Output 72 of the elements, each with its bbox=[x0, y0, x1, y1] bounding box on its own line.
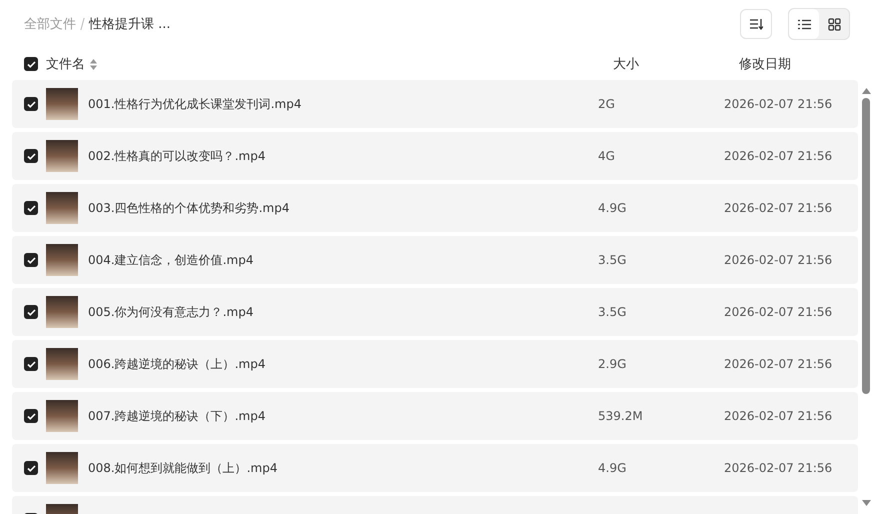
file-row[interactable]: 005.你为何没有意志力？.mp4 3.5G 2026-02-07 21:56 bbox=[12, 288, 858, 336]
file-size: 3.5G bbox=[598, 305, 628, 319]
file-name[interactable]: 002.性格真的可以改变吗？.mp4 bbox=[88, 148, 598, 164]
select-all-checkbox[interactable] bbox=[24, 57, 38, 71]
modified-date: 2026-02-07 21:56 bbox=[724, 97, 832, 111]
video-thumbnail-placeholder bbox=[46, 296, 78, 328]
file-row[interactable]: 003.四色性格的个体优势和劣势.mp4 4.9G 2026-02-07 21:56 bbox=[12, 184, 858, 232]
check-icon bbox=[26, 464, 36, 472]
modified-date: 2026-02-07 21:56 bbox=[724, 201, 832, 215]
row-checkbox[interactable] bbox=[24, 201, 38, 215]
row-checkbox[interactable] bbox=[24, 409, 38, 423]
sort-icon bbox=[749, 18, 763, 30]
breadcrumb-item: 性格提升课 ... bbox=[89, 16, 171, 33]
file-size: 4.9G bbox=[598, 201, 628, 215]
sort-arrows-icon[interactable] bbox=[90, 58, 97, 70]
file-size: 539.2M bbox=[598, 409, 644, 423]
modified-date: 2026-02-07 21:56 bbox=[724, 253, 832, 267]
modified-date: 2026-02-07 21:56 bbox=[724, 357, 832, 371]
check-icon bbox=[26, 360, 36, 368]
check-icon bbox=[26, 412, 36, 420]
check-icon bbox=[26, 256, 36, 264]
name-column-header[interactable]: 文件名 bbox=[46, 55, 85, 73]
video-thumbnail-placeholder bbox=[46, 88, 78, 120]
video-thumbnail-placeholder bbox=[46, 192, 78, 224]
scroll-down-icon[interactable] bbox=[862, 500, 870, 506]
file-row[interactable]: 002.性格真的可以改变吗？.mp4 4G 2026-02-07 21:56 bbox=[12, 132, 858, 180]
file-size: 4.9G bbox=[598, 461, 628, 475]
row-checkbox[interactable] bbox=[24, 305, 38, 319]
file-name[interactable]: 004.建立信念，创造价值.mp4 bbox=[88, 252, 598, 268]
video-thumbnail-placeholder bbox=[46, 452, 78, 484]
file-name[interactable]: 006.跨越逆境的秘诀（上）.mp4 bbox=[88, 356, 598, 372]
row-checkbox[interactable] bbox=[24, 253, 38, 267]
list-icon bbox=[798, 18, 810, 30]
video-thumbnail-placeholder bbox=[46, 140, 78, 172]
file-row[interactable]: 004.建立信念，创造价值.mp4 3.5G 2026-02-07 21:56 bbox=[12, 236, 858, 284]
sort-button[interactable] bbox=[740, 9, 772, 39]
check-icon bbox=[26, 100, 36, 108]
check-icon bbox=[26, 60, 36, 68]
modified-date: 2026-02-07 21:56 bbox=[724, 409, 832, 423]
row-checkbox[interactable] bbox=[24, 149, 38, 163]
check-icon bbox=[26, 308, 36, 316]
breadcrumb-separator bbox=[80, 18, 85, 30]
file-name[interactable]: 003.四色性格的个体优势和劣势.mp4 bbox=[88, 200, 598, 216]
modified-date: 2026-02-07 21:56 bbox=[724, 461, 832, 475]
size-column-header[interactable]: 大小 bbox=[613, 55, 739, 73]
file-size: 3.5G bbox=[598, 253, 628, 267]
file-row[interactable]: 008.如何想到就能做到（上）.mp4 4.9G 2026-02-07 21:56 bbox=[12, 444, 858, 492]
scroll-up-icon[interactable] bbox=[862, 88, 870, 94]
file-row[interactable]: 006.跨越逆境的秘诀（上）.mp4 2.9G 2026-02-07 21:56 bbox=[12, 340, 858, 388]
file-size: 4G bbox=[598, 149, 616, 163]
date-column-header[interactable]: 修改日期 bbox=[739, 55, 791, 73]
check-icon bbox=[26, 204, 36, 212]
check-icon bbox=[26, 152, 36, 160]
file-name[interactable]: 001.性格行为优化成长课堂发刊词.mp4 bbox=[88, 96, 598, 112]
file-row[interactable]: 001.性格行为优化成长课堂发刊词.mp4 2G 2026-02-07 21:56 bbox=[12, 80, 858, 128]
scrollbar-thumb[interactable] bbox=[862, 98, 870, 394]
row-checkbox[interactable] bbox=[24, 357, 38, 371]
list-view-button[interactable] bbox=[789, 9, 819, 39]
modified-date: 2026-02-07 21:56 bbox=[724, 305, 832, 319]
file-size: 2.9G bbox=[598, 357, 628, 371]
file-name[interactable]: 005.你为何没有意志力？.mp4 bbox=[88, 304, 598, 320]
grid-icon bbox=[828, 18, 840, 30]
video-thumbnail-placeholder bbox=[46, 348, 78, 380]
video-thumbnail-placeholder bbox=[46, 400, 78, 432]
file-name[interactable]: 007.跨越逆境的秘诀（下）.mp4 bbox=[88, 408, 598, 424]
modified-date: 2026-02-07 21:56 bbox=[724, 149, 832, 163]
file-row[interactable]: 007.跨越逆境的秘诀（下）.mp4 539.2M 2026-02-07 21:56 bbox=[12, 392, 858, 440]
row-checkbox[interactable] bbox=[24, 97, 38, 111]
file-name[interactable]: 008.如何想到就能做到（上）.mp4 bbox=[88, 460, 598, 476]
video-thumbnail-placeholder bbox=[46, 244, 78, 276]
file-size: 2G bbox=[598, 97, 616, 111]
row-checkbox[interactable] bbox=[24, 461, 38, 475]
